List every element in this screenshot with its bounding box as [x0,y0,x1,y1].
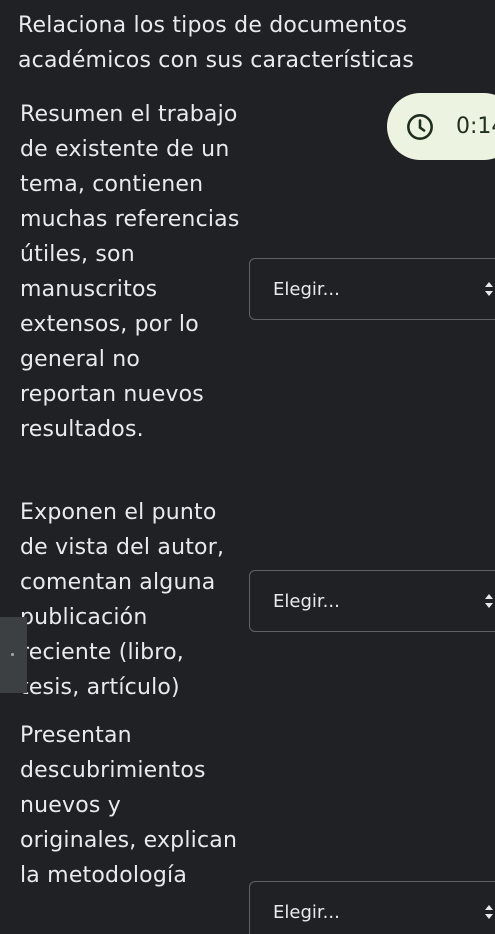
question-3-select[interactable]: Elegir... [249,881,495,934]
question-2-select[interactable]: Elegir... [249,570,495,632]
side-drawer-handle[interactable] [0,617,27,693]
question-2-text: Exponen el punto de vista del autor, com… [20,500,225,700]
quiz-page: Relaciona los tipos de documentos académ… [0,0,495,934]
sort-arrows-icon [485,905,493,919]
clock-icon [407,113,433,140]
question-title: Relaciona los tipos de documentos académ… [18,13,415,73]
question-3-text: Presentan descubrimientos nuevos y origi… [20,723,238,888]
question-2-select-value: Elegir... [273,590,340,612]
sort-arrows-icon [485,282,493,296]
question-3-select-value: Elegir... [273,901,340,923]
timer-value: 0:14 [456,114,495,139]
timer-badge: 0:14 [387,93,495,160]
question-1-select-value: Elegir... [273,278,340,300]
question-1-select[interactable]: Elegir... [249,258,495,320]
handle-dot [11,653,14,656]
sort-arrows-icon [485,594,493,608]
question-1-text: Resumen el trabajo de existente de un te… [20,102,240,442]
